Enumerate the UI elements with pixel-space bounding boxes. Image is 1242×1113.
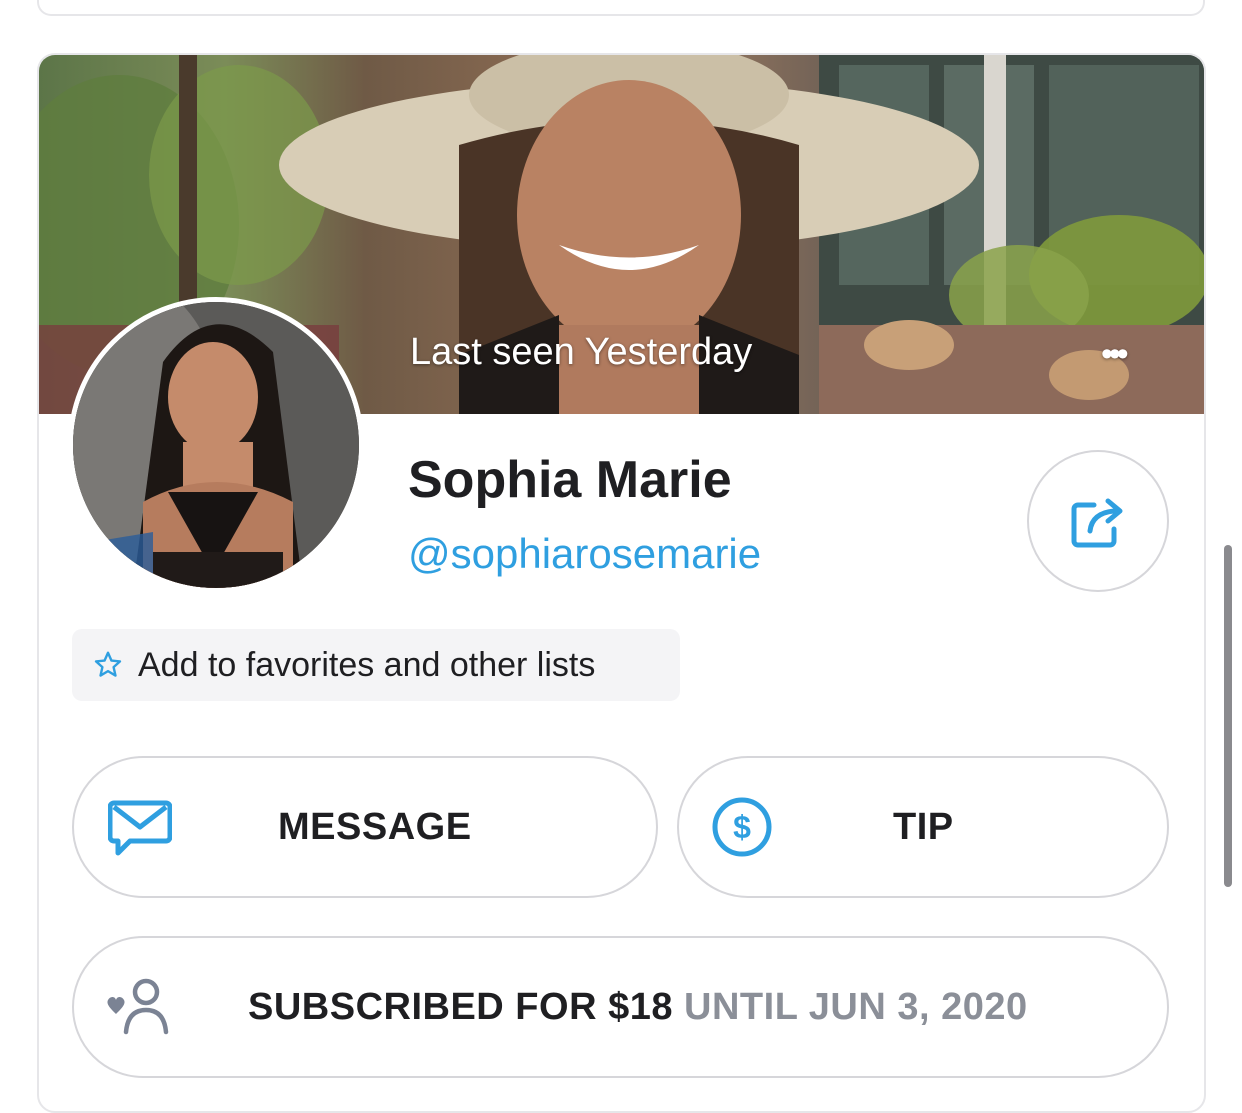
subscription-price: SUBSCRIBED FOR $18	[248, 985, 673, 1028]
subscription-label: SUBSCRIBED FOR $18 UNTIL JUN 3, 2020	[248, 938, 1028, 1076]
subscription-expiry: UNTIL JUN 3, 2020	[684, 985, 1028, 1028]
svg-text:$: $	[733, 809, 751, 845]
subscription-button[interactable]: SUBSCRIBED FOR $18 UNTIL JUN 3, 2020	[72, 936, 1169, 1078]
add-to-favorites-label: Add to favorites and other lists	[138, 645, 596, 684]
envelope-icon	[108, 800, 172, 856]
avatar[interactable]	[68, 297, 364, 593]
more-options-icon[interactable]: •••	[1101, 335, 1129, 374]
avatar-illustration	[73, 302, 359, 588]
profile-handle[interactable]: @sophiarosemarie	[408, 530, 761, 578]
star-icon	[94, 651, 122, 677]
share-button[interactable]	[1027, 450, 1169, 592]
message-button[interactable]: MESSAGE	[72, 756, 658, 898]
user-heart-icon	[107, 978, 169, 1035]
tip-button[interactable]: $ TIP	[677, 756, 1169, 898]
message-label: MESSAGE	[278, 805, 472, 848]
last-seen-status: Last seen Yesterday	[410, 331, 753, 373]
profile-name: Sophia Marie	[408, 451, 732, 509]
previous-card	[37, 0, 1205, 16]
dollar-circle-icon: $	[712, 797, 772, 857]
tip-label: TIP	[893, 805, 954, 848]
scrollbar[interactable]	[1224, 545, 1232, 887]
add-to-favorites-button[interactable]: Add to favorites and other lists	[72, 629, 680, 701]
share-icon	[1071, 498, 1123, 548]
